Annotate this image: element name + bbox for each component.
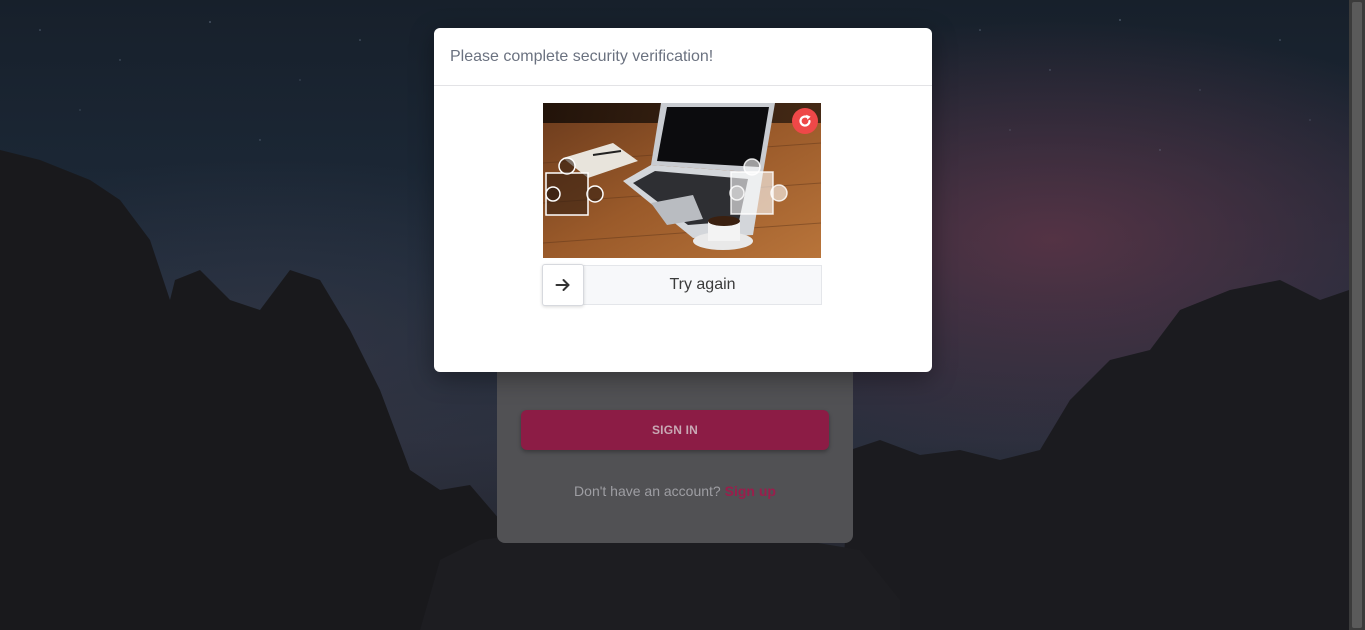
captcha-puzzle-image — [543, 103, 821, 258]
modal-header: Please complete security verification! — [434, 28, 932, 86]
refresh-icon — [799, 114, 811, 127]
security-verification-modal: Please complete security verification! T… — [434, 28, 932, 372]
refresh-captcha-button[interactable] — [792, 108, 818, 134]
arrow-right-icon — [555, 279, 570, 291]
signup-prompt: Don't have an account? — [574, 483, 721, 499]
slider-status-text: Try again — [669, 276, 736, 293]
captcha-slider-handle[interactable] — [542, 264, 584, 306]
signup-row: Don't have an account? Sign up — [497, 483, 853, 499]
sign-up-link[interactable]: Sign up — [725, 483, 776, 499]
sign-in-button[interactable]: SIGN IN — [521, 410, 829, 450]
modal-title: Please complete security verification! — [450, 47, 714, 65]
page-scrollbar-thumb[interactable] — [1352, 2, 1362, 628]
page: SIGN IN Don't have an account? Sign up P… — [0, 0, 1365, 630]
captcha-slider-track[interactable]: Try again — [583, 265, 822, 305]
